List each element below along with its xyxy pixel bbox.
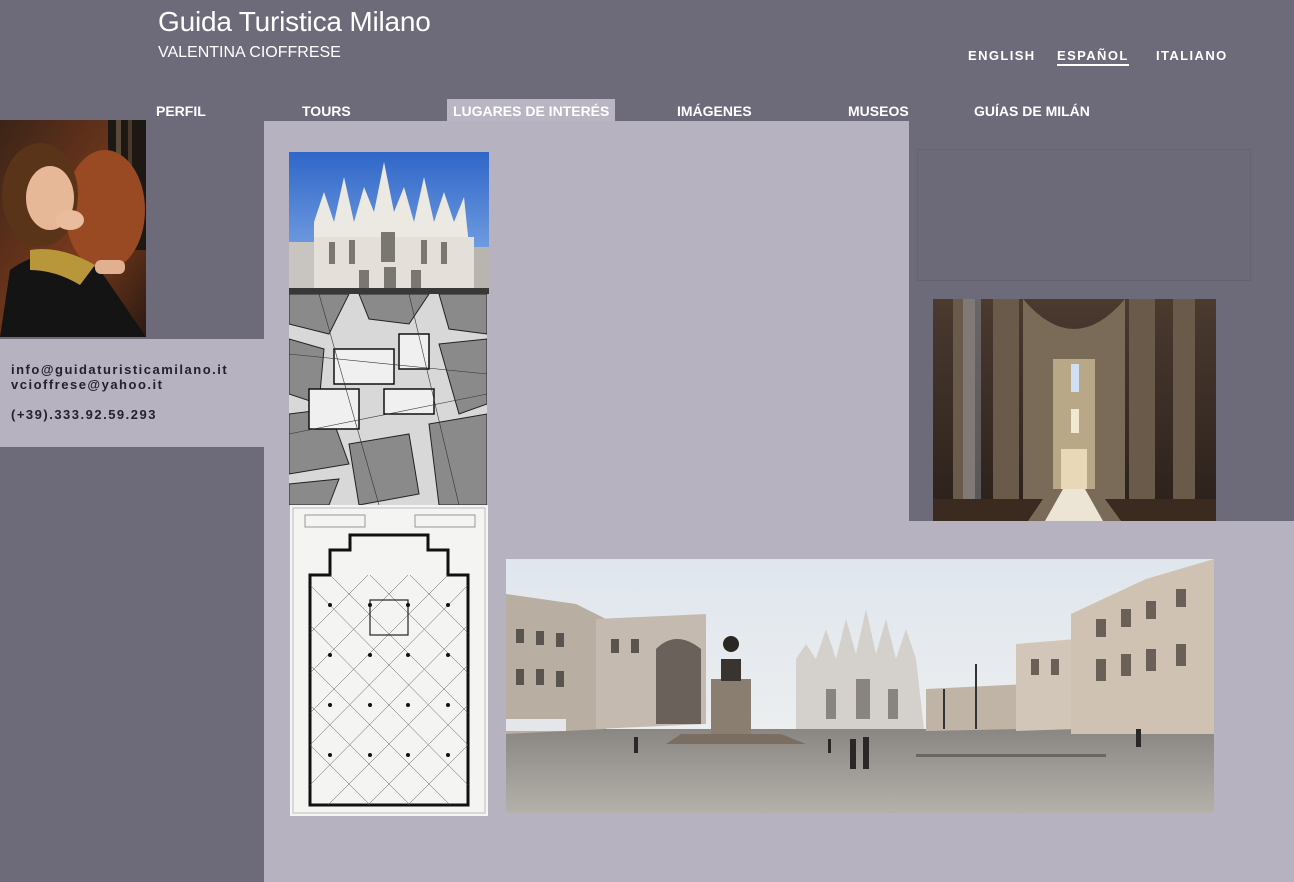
- nav-imagenes[interactable]: IMÁGENES: [677, 99, 752, 121]
- right-empty-frame: [917, 149, 1251, 281]
- duomo-facade-image[interactable]: [289, 152, 489, 294]
- nav-perfil[interactable]: PERFIL: [156, 99, 206, 121]
- contact-email-2[interactable]: vcioffrese@yahoo.it: [11, 377, 163, 392]
- contact-email-1[interactable]: info@guidaturisticamilano.it: [11, 362, 228, 377]
- nav-guias-de-milan[interactable]: GUÍAS DE MILÁN: [974, 99, 1090, 121]
- contact-box: [0, 339, 264, 447]
- site-subtitle: VALENTINA CIOFFRESE: [158, 44, 341, 61]
- historic-map-image[interactable]: [289, 294, 487, 505]
- guide-portrait-image: [0, 120, 146, 337]
- lang-english-link[interactable]: ENGLISH: [968, 48, 1036, 63]
- contact-phone: (+39).333.92.59.293: [11, 407, 157, 422]
- nav-tours[interactable]: TOURS: [302, 99, 351, 121]
- nav-lugares-de-interes[interactable]: LUGARES DE INTERÉS: [447, 99, 616, 121]
- cathedral-interior-image[interactable]: [933, 299, 1216, 521]
- site-title: Guida Turistica Milano: [158, 6, 431, 37]
- piazza-duomo-image[interactable]: [506, 559, 1214, 813]
- cathedral-plan-image[interactable]: [290, 505, 488, 816]
- nav-museos[interactable]: MUSEOS: [848, 99, 909, 121]
- lang-espanol-link[interactable]: ESPAÑOL: [1057, 48, 1129, 66]
- lang-italiano-link[interactable]: ITALIANO: [1156, 48, 1228, 63]
